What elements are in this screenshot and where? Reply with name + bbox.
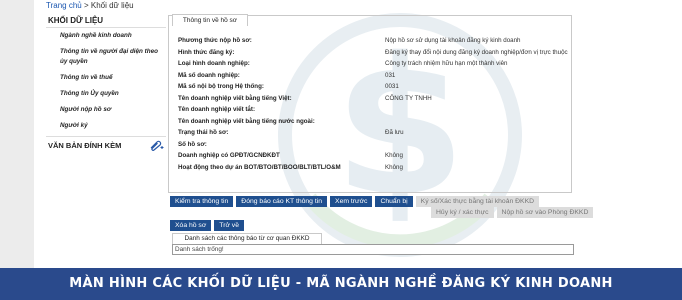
- info-row: Hoạt động theo dự án BOT/BTO/BT/BOO/BLT/…: [178, 162, 568, 174]
- info-row: Phương thức nộp hồ sơ: Nộp hồ sơ sử dụng …: [178, 35, 568, 47]
- info-row: Mã số nội bộ trong Hệ thống: 0031: [178, 81, 568, 93]
- sidebar-item-signer[interactable]: Người ký: [46, 118, 166, 134]
- sidebar-item-submitter[interactable]: Người nộp hồ sơ: [46, 102, 166, 118]
- breadcrumb: Trang chủ > Khối dữ liệu: [46, 1, 134, 10]
- breadcrumb-home-link[interactable]: Trang chủ: [46, 1, 82, 10]
- info-key: Doanh nghiệp có GPĐT/GCNĐKĐT: [178, 152, 280, 160]
- info-row: Trạng thái hồ sơ: Đã lưu: [178, 127, 568, 139]
- check-info-button[interactable]: Kiểm tra thông tin: [170, 196, 234, 207]
- info-key: Hoạt động theo dự án BOT/BTO/BT/BOO/BLT/…: [178, 163, 341, 171]
- sign-submit-button[interactable]: Ký số/Xác thực bằng tài khoản ĐKKD: [415, 196, 540, 207]
- sidebar-item-business-lines[interactable]: Ngành nghề kinh doanh: [46, 28, 166, 44]
- info-value: Đã lưu: [385, 129, 404, 137]
- sidebar-title: KHỐI DỮ LIỆU: [46, 14, 166, 28]
- info-row: Hình thức đăng ký: Đăng ký thay đổi nội d…: [178, 47, 568, 59]
- info-key: Tên doanh nghiệp viết bằng tiếng Việt:: [178, 94, 292, 102]
- info-value: Không: [385, 152, 403, 160]
- breadcrumb-separator: >: [83, 1, 89, 10]
- file-buttons-row: Xóa hồ sơ Trở về: [170, 220, 244, 231]
- breadcrumb-current: Khối dữ liệu: [90, 1, 134, 10]
- info-row: Mã số doanh nghiệp: 031: [178, 70, 568, 82]
- submit-to-office-button[interactable]: Nộp hồ sơ vào Phòng ĐKKD: [496, 207, 594, 218]
- delete-file-button[interactable]: Xóa hồ sơ: [170, 220, 212, 231]
- tab-file-info[interactable]: Thông tin về hồ sơ: [172, 14, 248, 26]
- info-value: Không: [385, 163, 403, 171]
- info-value: CÔNG TY TNHH: [385, 94, 432, 102]
- sidebar-item-authorization-info[interactable]: Thông tin Ủy quyền: [46, 86, 166, 102]
- info-row: Tên doanh nghiệp viết bằng tiếng Việt: CÔ…: [178, 93, 568, 105]
- info-value: 031: [385, 71, 396, 79]
- back-button[interactable]: Trở về: [214, 220, 244, 231]
- sidebar: KHỐI DỮ LIỆU Ngành nghề kinh doanh Thông…: [46, 14, 166, 153]
- attachments-label: VĂN BẢN ĐÍNH KÈM: [48, 140, 122, 150]
- left-margin-strip: [0, 0, 34, 268]
- paperclip-add-icon[interactable]: [148, 139, 164, 151]
- file-info-rows: Phương thức nộp hồ sơ: Nộp hồ sơ sử dụng …: [178, 35, 568, 173]
- info-key: Mã số doanh nghiệp:: [178, 71, 240, 79]
- info-row: Doanh nghiệp có GPĐT/GCNĐKĐT Không: [178, 150, 568, 162]
- caption-text: MÀN HÌNH CÁC KHỐI DỮ LIỆU - MÃ NGÀNH NGH…: [69, 276, 613, 291]
- info-row: Số hồ sơ:: [178, 139, 568, 151]
- info-key: Phương thức nộp hồ sơ:: [178, 37, 252, 45]
- info-key: Mã số nội bộ trong Hệ thống:: [178, 83, 264, 91]
- notices-list: Danh sách trống!: [172, 244, 574, 255]
- info-row: Loại hình doanh nghiệp: Công ty trách nhi…: [178, 58, 568, 70]
- info-key: Số hồ sơ:: [178, 140, 207, 148]
- info-value: 0031: [385, 83, 399, 91]
- info-key: Hình thức đăng ký:: [178, 48, 235, 56]
- info-key: Tên doanh nghiệp viết bằng tiếng nước ng…: [178, 117, 315, 125]
- info-key: Trạng thái hồ sơ:: [178, 129, 229, 137]
- attachments-section: VĂN BẢN ĐÍNH KÈM: [46, 136, 166, 153]
- info-value: Công ty trách nhiệm hữu hạn một thành vi…: [385, 60, 508, 68]
- info-key: Tên doanh nghiệp viết tắt:: [178, 106, 255, 114]
- secondary-buttons-row: Hủy ký / xác thực Nộp hồ sơ vào Phòng ĐK…: [431, 207, 594, 218]
- report-kt-button[interactable]: Đóng báo cáo KT thông tin: [236, 196, 328, 207]
- cancel-sign-button[interactable]: Hủy ký / xác thực: [431, 207, 494, 218]
- info-key: Loại hình doanh nghiệp:: [178, 60, 250, 68]
- preview-button[interactable]: Xem trước: [330, 196, 373, 207]
- sidebar-item-authorized-representative[interactable]: Thông tin về người đại diện theo ủy quyề…: [46, 44, 166, 70]
- info-row: Tên doanh nghiệp viết bằng tiếng nước ng…: [178, 116, 568, 128]
- info-value: Đăng ký thay đổi nội dung đăng ký doanh …: [385, 48, 568, 56]
- info-value: Nộp hồ sơ sử dụng tài khoản đăng ký kinh…: [385, 37, 521, 45]
- tab-notices[interactable]: Danh sách các thông báo từ cơ quan ĐKKD: [172, 233, 322, 244]
- caption-banner: MÀN HÌNH CÁC KHỐI DỮ LIỆU - MÃ NGÀNH NGH…: [0, 268, 682, 300]
- action-buttons-row: Kiểm tra thông tin Đóng báo cáo KT thông…: [170, 196, 540, 207]
- info-row: Tên doanh nghiệp viết tắt:: [178, 104, 568, 116]
- prepare-button[interactable]: Chuẩn bị: [375, 196, 413, 207]
- sidebar-item-tax-info[interactable]: Thông tin về thuế: [46, 70, 166, 86]
